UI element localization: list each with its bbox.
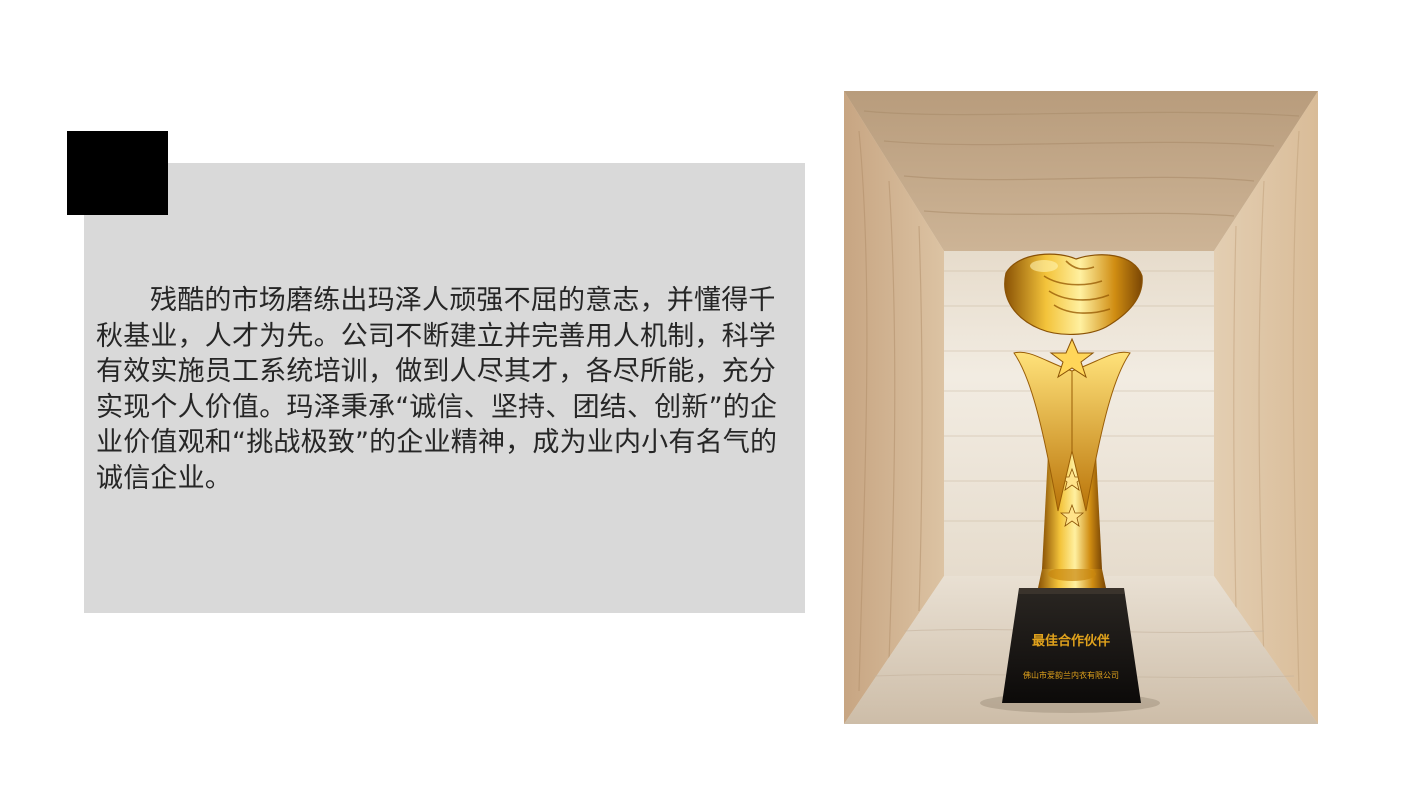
- award-recipient: 佛山市爱韵兰内衣有限公司: [1023, 670, 1119, 680]
- trophy-photo: 最佳合作伙伴 佛山市爱韵兰内衣有限公司: [844, 91, 1318, 724]
- corner-block: [67, 131, 168, 215]
- company-paragraph: 残酷的市场磨练出玛泽人顽强不屈的意志，并懂得千秋基业，人才为先。公司不断建立并完…: [96, 285, 778, 494]
- award-title: 最佳合作伙伴: [1032, 633, 1110, 649]
- slide: 残酷的市场磨练出玛泽人顽强不屈的意志，并懂得千秋基业，人才为先。公司不断建立并完…: [0, 0, 1417, 796]
